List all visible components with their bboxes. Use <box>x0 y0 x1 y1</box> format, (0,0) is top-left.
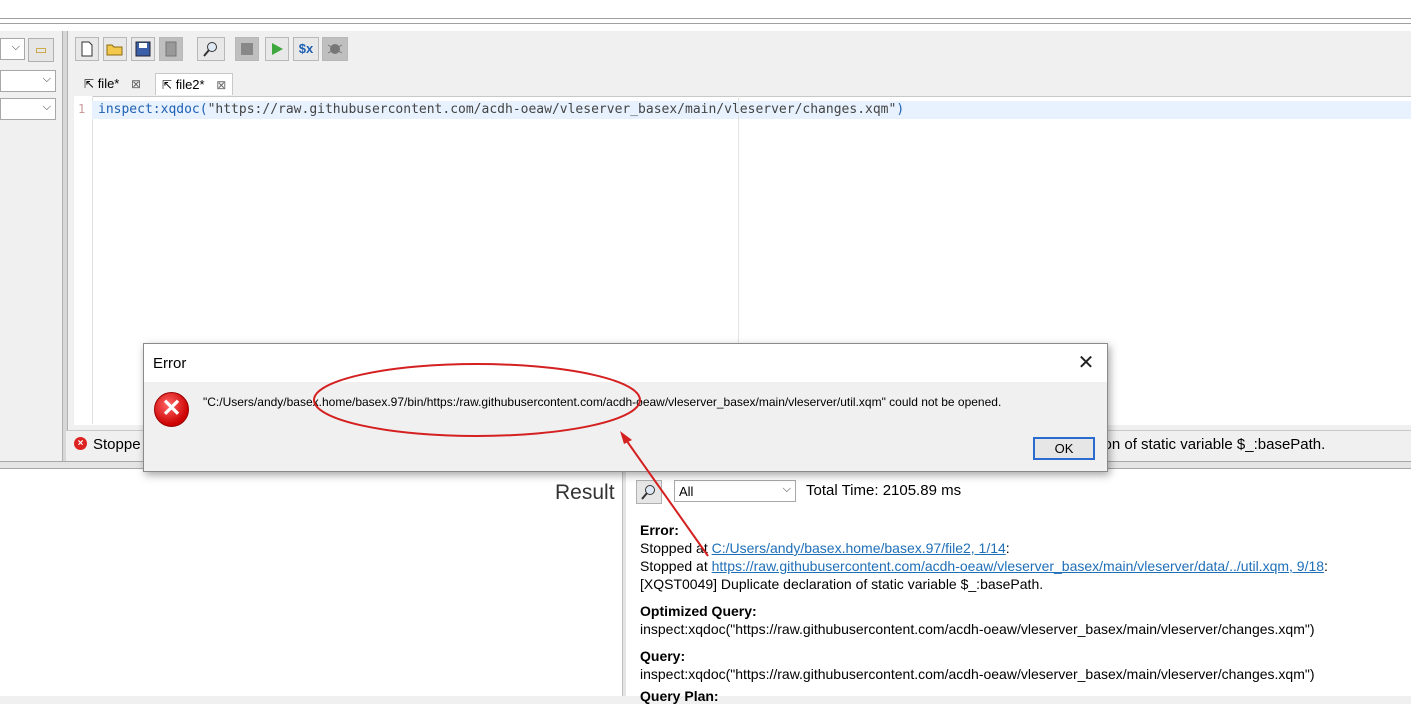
query-text: inspect:xqdoc("https://raw.githubusercon… <box>640 666 1315 682</box>
top-divider <box>0 18 1411 19</box>
status-text: Stoppe <box>93 436 141 453</box>
run-icon[interactable] <box>265 37 289 61</box>
tab-label: file2* <box>175 77 205 92</box>
error-icon: ✕ <box>154 392 189 427</box>
error-location-link-1[interactable]: C:/Users/andy/basex.home/basex.97/file2,… <box>712 540 1006 556</box>
code-function: inspect:xqdoc <box>98 102 200 117</box>
stopped-at-prefix: Stopped at <box>640 558 712 574</box>
chevron-down-icon: ⌵ <box>782 483 791 495</box>
dialog-message: "C:/Users/andy/basex.home/basex.97/bin/h… <box>203 395 1002 409</box>
optimized-heading-text: Optimized Query: <box>640 603 757 619</box>
result-filter-value: All <box>679 484 694 499</box>
open-folder-icon[interactable] <box>103 37 127 61</box>
optimized-query-heading: Optimized Query: <box>640 603 757 619</box>
tab-icon: ⇱ <box>84 77 95 91</box>
debug-icon[interactable] <box>322 37 348 61</box>
top-divider-2 <box>0 23 1411 24</box>
total-time: Total Time: 2105.89 ms <box>806 482 962 499</box>
close-icon[interactable]: ⊠ <box>131 77 141 91</box>
stopped-at-prefix: Stopped at <box>640 540 712 556</box>
query-heading-text: Query: <box>640 648 686 664</box>
tab-icon: ⇱ <box>162 78 173 92</box>
chevron-down-icon: ⌵ <box>42 101 51 113</box>
line-number: 1 <box>78 102 86 116</box>
code-string: "https://raw.githubusercontent.com/acdh-… <box>207 102 897 117</box>
dialog-title: Error <box>153 355 187 372</box>
search-icon[interactable] <box>636 480 662 504</box>
vertical-splitter[interactable] <box>62 31 68 461</box>
chevron-down-icon: ⌵ <box>42 73 51 85</box>
variables-icon[interactable]: $x <box>293 37 319 61</box>
left-combo-2[interactable]: ⌵ <box>0 70 56 92</box>
error-location-link-2[interactable]: https://raw.githubusercontent.com/acdh-o… <box>712 558 1324 574</box>
ok-button[interactable]: OK <box>1033 437 1095 460</box>
error-message: [XQST0049] Duplicate declaration of stat… <box>640 576 1044 592</box>
open-folder-icon[interactable]: ▭ <box>28 38 54 62</box>
code-paren-close: ) <box>896 102 905 117</box>
query-heading: Query: <box>640 648 685 664</box>
save-icon[interactable] <box>131 37 155 61</box>
code-line[interactable]: inspect:xqdoc("https://raw.githubusercon… <box>98 102 904 117</box>
window-top-area <box>0 0 1411 31</box>
new-file-icon[interactable] <box>75 37 99 61</box>
error-dialog: Error ✕ ✕ "C:/Users/andy/basex.home/base… <box>143 343 1108 472</box>
bottom-left-panel <box>0 469 622 696</box>
left-combo-1[interactable]: ⌵ <box>0 38 25 60</box>
result-filter-select[interactable]: All ⌵ <box>674 480 796 502</box>
error-heading: Error: <box>640 522 679 538</box>
left-combo-3[interactable]: ⌵ <box>0 98 56 120</box>
stopped-at-suffix: : <box>1005 540 1010 556</box>
stopped-at-line-1: Stopped at C:/Users/andy/basex.home/base… <box>640 540 1010 556</box>
code-paren-open: ( <box>199 102 208 117</box>
stop-icon[interactable] <box>235 37 259 61</box>
tab-label: file* <box>97 76 120 91</box>
stopped-at-suffix: : <box>1324 558 1328 574</box>
close-file-icon[interactable] <box>159 37 183 61</box>
status-text-end: tion of static variable $_:basePath. <box>1096 436 1326 453</box>
chevron-down-icon: ⌵ <box>11 41 20 53</box>
error-icon: × <box>74 437 87 450</box>
tab-file2[interactable]: ⇱ file2* ⊠ <box>155 73 234 95</box>
variables-label: $x <box>298 41 314 56</box>
error-heading-text: Error: <box>640 522 679 538</box>
optimized-query: inspect:xqdoc("https://raw.githubusercon… <box>640 621 1315 637</box>
dialog-titlebar <box>144 344 1107 382</box>
close-icon[interactable]: ⊠ <box>216 78 226 92</box>
stopped-at-line-2: Stopped at https://raw.githubusercontent… <box>640 558 1328 574</box>
left-panel: ⌵ ▭ ⌵ ⌵ <box>0 31 62 461</box>
tab-file[interactable]: ⇱ file* ⊠ <box>78 73 147 95</box>
query-plan-heading: Query Plan: <box>640 688 719 704</box>
query-plan-heading-text: Query Plan: <box>640 688 719 704</box>
result-title: Result <box>555 481 615 504</box>
close-icon[interactable]: ✕ <box>1073 350 1099 376</box>
line-gutter <box>74 96 93 424</box>
search-icon[interactable] <box>197 37 225 61</box>
